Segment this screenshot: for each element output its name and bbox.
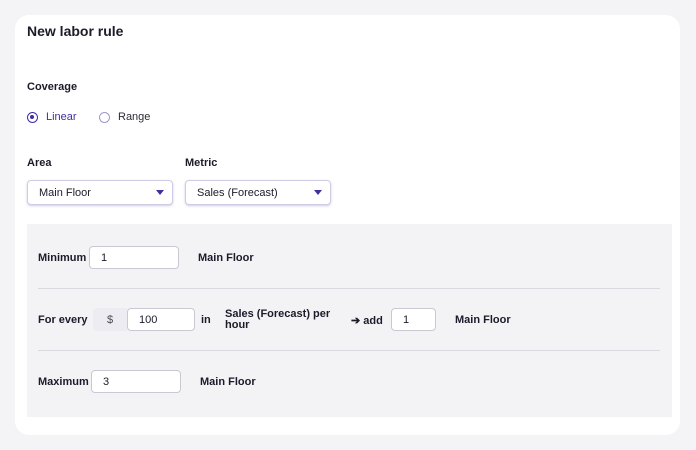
radio-range-label: Range — [118, 111, 151, 123]
radio-linear[interactable]: Linear — [27, 111, 77, 123]
maximum-input[interactable]: 3 — [91, 370, 181, 393]
metric-per-label: Sales (Forecast) per hour — [225, 309, 330, 331]
amount-input[interactable]: 100 — [127, 308, 195, 331]
radio-range[interactable]: Range — [99, 111, 150, 123]
radio-unchecked-icon — [99, 111, 110, 123]
for-every-row: For every $ 100 in Sales (Forecast) per … — [27, 289, 672, 351]
for-every-label: For every — [38, 314, 88, 326]
currency-prefix: $ — [93, 308, 127, 331]
metric-select-value: Sales (Forecast) — [197, 186, 278, 199]
in-label: in — [201, 314, 211, 326]
maximum-label: Maximum — [38, 376, 89, 388]
rules-panel: Minimum 1 Main Floor For every $ 100 in … — [27, 224, 672, 417]
page-title: New labor rule — [27, 23, 124, 39]
area-select-value: Main Floor — [39, 186, 91, 199]
chevron-down-icon — [314, 190, 322, 195]
add-input[interactable]: 1 — [391, 308, 436, 331]
maximum-row: Maximum 3 Main Floor — [27, 351, 672, 413]
area-select[interactable]: Main Floor — [27, 180, 173, 205]
metric-per-line2: hour — [225, 319, 250, 331]
add-label: ➔ add — [351, 315, 383, 327]
chevron-down-icon — [156, 190, 164, 195]
maximum-unit: Main Floor — [200, 376, 256, 388]
new-labor-rule-card: New labor rule Coverage Linear Range Are… — [15, 15, 680, 435]
coverage-label: Coverage — [27, 81, 78, 93]
radio-linear-label: Linear — [46, 111, 77, 123]
minimum-label: Minimum — [38, 252, 87, 264]
minimum-unit: Main Floor — [198, 252, 254, 264]
metric-label: Metric — [185, 157, 218, 169]
area-label: Area — [27, 157, 52, 169]
metric-select[interactable]: Sales (Forecast) — [185, 180, 331, 205]
for-every-unit: Main Floor — [455, 314, 511, 326]
radio-checked-icon — [27, 111, 38, 123]
minimum-input[interactable]: 1 — [89, 246, 179, 269]
minimum-row: Minimum 1 Main Floor — [27, 224, 672, 286]
